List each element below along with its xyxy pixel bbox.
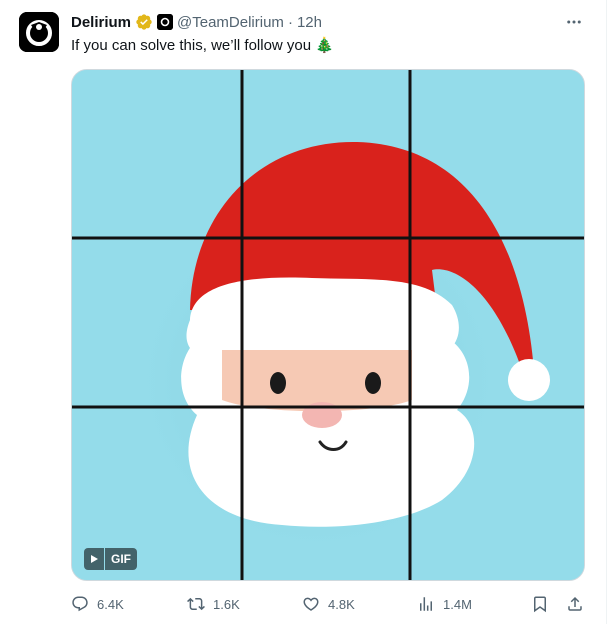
more-icon	[567, 20, 581, 24]
account-name[interactable]: Delirium	[71, 14, 131, 31]
views-icon	[420, 597, 432, 611]
gif-label: GIF	[105, 548, 137, 570]
like-count: 4.8K	[328, 596, 355, 612]
santa-puzzle-image	[72, 70, 584, 580]
tweet-header: Delirium @TeamDelirium · 12h	[71, 12, 322, 32]
delirium-logo-icon	[19, 12, 59, 52]
gif-badge[interactable]: GIF	[84, 548, 137, 570]
tweet-text: If you can solve this, we’ll follow you …	[71, 37, 334, 54]
avatar[interactable]	[19, 12, 59, 52]
views-count: 1.4M	[443, 596, 472, 612]
affiliate-badge-icon[interactable]	[157, 14, 174, 30]
bookmark-icon	[534, 596, 546, 613]
share-button[interactable]	[566, 593, 584, 615]
tweet-actions: 6.4K 1.6K 4.8K 1.4M	[71, 593, 591, 615]
like-button[interactable]: 4.8K	[302, 593, 355, 615]
more-button[interactable]	[562, 10, 586, 34]
separator: ·	[287, 13, 293, 31]
retweet-count: 1.6K	[213, 596, 240, 612]
reply-icon	[72, 596, 88, 612]
tweet-media-gif[interactable]: GIF	[71, 69, 585, 581]
tweet: Delirium @TeamDelirium · 12h If you can …	[0, 0, 607, 624]
share-icon	[568, 596, 582, 611]
reply-button[interactable]: 6.4K	[71, 593, 124, 615]
retweet-button[interactable]: 1.6K	[187, 593, 240, 615]
bookmark-button[interactable]	[531, 593, 549, 615]
play-icon	[84, 548, 104, 570]
views-button[interactable]: 1.4M	[417, 593, 472, 615]
like-icon	[303, 597, 319, 611]
timestamp[interactable]: 12h	[297, 14, 322, 31]
reply-count: 6.4K	[97, 596, 124, 612]
retweet-icon	[187, 597, 205, 611]
verified-icon	[135, 13, 153, 31]
account-handle[interactable]: @TeamDelirium	[177, 14, 284, 31]
